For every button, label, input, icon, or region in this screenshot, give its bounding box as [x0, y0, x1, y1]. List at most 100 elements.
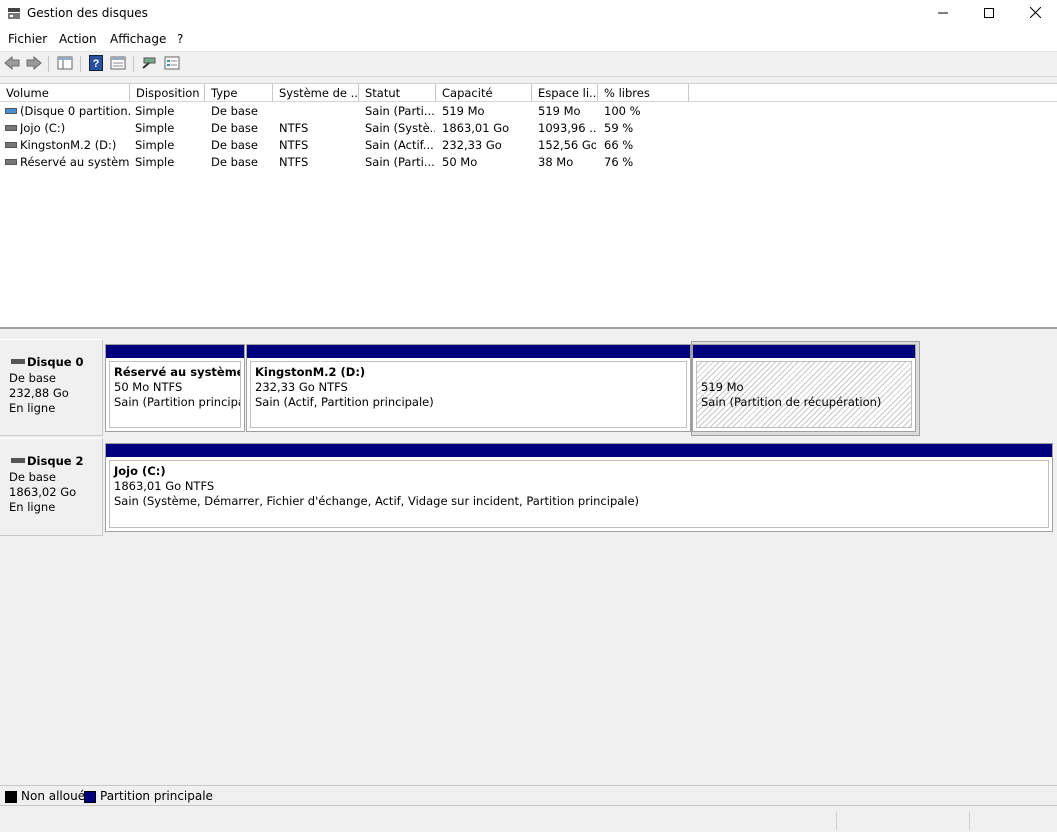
back-arrow-icon: [4, 55, 20, 73]
menu-bar: Fichier Action Affichage ?: [0, 28, 1057, 52]
disk-status: En ligne: [9, 401, 56, 415]
status-bar-divider: [969, 812, 970, 830]
cell-status: Sain (Actif...: [365, 138, 434, 152]
partition-size: 50 Mo NTFS: [114, 380, 183, 394]
column-header-filesystem[interactable]: Système de ...: [273, 84, 359, 102]
console-tree-icon: [57, 56, 73, 73]
column-header-status[interactable]: Statut: [359, 84, 436, 102]
table-row[interactable]: Jojo (C:) Simple De base NTFS Sain (Syst…: [0, 120, 1057, 137]
window-title: Gestion des disques: [27, 6, 148, 20]
partition-title: Réservé au système (E: [114, 365, 241, 379]
properties-button[interactable]: [108, 55, 128, 73]
partition-status: Sain (Partition de récupération): [701, 395, 882, 409]
disk-management-app-icon: [7, 7, 21, 20]
properties-icon: [110, 56, 126, 73]
partition-size: 1863,01 Go NTFS: [114, 479, 215, 493]
cell-filesystem: NTFS: [279, 155, 309, 169]
cell-capacity: 50 Mo: [442, 155, 478, 169]
cell-capacity: 1863,01 Go: [442, 121, 510, 135]
partition-jojo-c[interactable]: Jojo (C:) 1863,01 Go NTFS Sain (Système,…: [105, 443, 1053, 532]
cell-free-space: 38 Mo: [538, 155, 574, 169]
rescan-icon: [141, 56, 157, 73]
partition-bar: [106, 444, 1052, 457]
menu-help[interactable]: ?: [177, 32, 183, 46]
status-bar: [0, 808, 1057, 832]
menu-action[interactable]: Action: [59, 32, 97, 46]
toolbar-separator: [133, 56, 134, 72]
cell-type: De base: [211, 155, 258, 169]
volume-icon: [5, 125, 17, 131]
cell-status: Sain (Parti...: [365, 155, 435, 169]
column-header-type[interactable]: Type: [205, 84, 273, 102]
cell-volume: Jojo (C:): [20, 121, 66, 135]
column-header-filler: [689, 84, 1057, 102]
table-row[interactable]: (Disque 0 partition... Simple De base Sa…: [0, 103, 1057, 120]
legend-label-unallocated: Non alloué: [21, 789, 86, 803]
partition-status: Sain (Partition principale: [114, 395, 240, 409]
column-header-disposition[interactable]: Disposition: [130, 84, 205, 102]
maximize-button[interactable]: [966, 0, 1012, 28]
cell-disposition: Simple: [135, 138, 175, 152]
partition-kingston-d[interactable]: KingstonM.2 (D:) 232,33 Go NTFS Sain (Ac…: [246, 344, 691, 432]
forward-button[interactable]: [24, 55, 44, 73]
help-icon: ?: [89, 54, 103, 74]
legend-swatch-primary: [84, 791, 96, 803]
forward-arrow-icon: [26, 55, 42, 73]
column-header-capacity[interactable]: Capacité: [436, 84, 532, 102]
cell-volume: Réservé au systèm...: [20, 155, 130, 169]
cell-free-space: 1093,96 ...: [538, 121, 596, 135]
toolbar: ?: [0, 52, 1057, 77]
partition-recovery[interactable]: 519 Mo Sain (Partition de récupération): [692, 344, 916, 432]
cell-filesystem: NTFS: [279, 121, 309, 135]
partition-title: Jojo (C:): [114, 464, 166, 478]
console-tree-button[interactable]: [55, 55, 75, 73]
cell-disposition: Simple: [135, 155, 175, 169]
volume-icon: [5, 142, 17, 148]
disk-list-button[interactable]: [162, 55, 182, 73]
cell-disposition: Simple: [135, 104, 175, 118]
legend-swatch-unallocated: [5, 791, 17, 803]
minimize-icon: [938, 7, 948, 21]
partition-bar: [106, 345, 244, 358]
cell-percent-free: 66 %: [604, 138, 634, 152]
cell-percent-free: 59 %: [604, 121, 634, 135]
partition-bar: [693, 345, 915, 358]
cell-free-space: 519 Mo: [538, 104, 581, 118]
cell-status: Sain (Systè...: [365, 121, 435, 135]
maximize-icon: [984, 7, 994, 21]
toolbar-separator: [48, 56, 49, 72]
column-header-volume[interactable]: Volume: [0, 84, 130, 102]
partition-title: [701, 365, 911, 380]
help-button[interactable]: ?: [86, 54, 106, 74]
title-bar: Gestion des disques: [0, 0, 1057, 28]
column-header-percent-free[interactable]: % libres: [598, 84, 689, 102]
disk-size: 1863,02 Go: [9, 485, 77, 499]
volume-list[interactable]: Volume Disposition Type Système de ... S…: [0, 83, 1057, 329]
cell-volume: (Disque 0 partition...: [20, 104, 130, 118]
rescan-button[interactable]: [139, 55, 159, 73]
menu-affichage[interactable]: Affichage: [110, 32, 166, 46]
disk-status: En ligne: [9, 500, 56, 514]
close-button[interactable]: [1012, 0, 1057, 28]
cell-free-space: 152,56 Go: [538, 138, 596, 152]
cell-percent-free: 100 %: [604, 104, 641, 118]
disk-name: Disque 0: [27, 355, 84, 369]
column-header-free-space[interactable]: Espace li...: [532, 84, 598, 102]
disk-2-label[interactable]: Disque 2 De base 1863,02 Go En ligne: [0, 438, 103, 536]
close-icon: [1029, 6, 1041, 21]
minimize-button[interactable]: [920, 0, 966, 28]
cell-type: De base: [211, 121, 258, 135]
partition-size: 519 Mo: [701, 380, 744, 394]
table-row[interactable]: KingstonM.2 (D:) Simple De base NTFS Sai…: [0, 137, 1057, 154]
disk-0-label[interactable]: Disque 0 De base 232,88 Go En ligne: [0, 339, 103, 436]
cell-type: De base: [211, 104, 258, 118]
table-row[interactable]: Réservé au systèm... Simple De base NTFS…: [0, 154, 1057, 171]
partition-reserved[interactable]: Réservé au système (E 50 Mo NTFS Sain (P…: [105, 344, 245, 432]
back-button[interactable]: [2, 55, 22, 73]
partition-bar: [247, 345, 690, 358]
cell-capacity: 232,33 Go: [442, 138, 502, 152]
menu-fichier[interactable]: Fichier: [8, 32, 47, 46]
cell-disposition: Simple: [135, 121, 175, 135]
cell-filesystem: NTFS: [279, 138, 309, 152]
toolbar-separator: [80, 56, 81, 72]
